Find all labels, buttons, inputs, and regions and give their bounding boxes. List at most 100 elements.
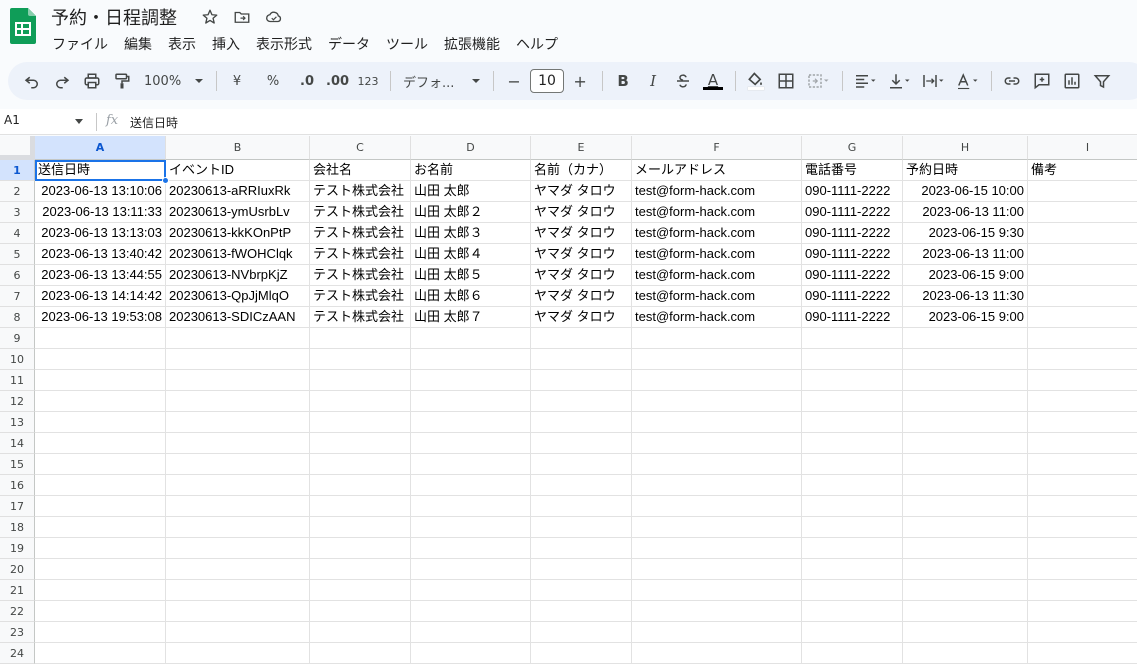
row-header[interactable]: 3 xyxy=(0,202,35,223)
table-cell[interactable] xyxy=(35,559,166,580)
table-cell[interactable] xyxy=(1028,601,1137,622)
table-cell[interactable]: 20230613-NVbrpKjZ xyxy=(166,265,310,286)
row-header[interactable]: 11 xyxy=(0,370,35,391)
table-cell[interactable] xyxy=(35,328,166,349)
table-cell[interactable] xyxy=(310,370,411,391)
row-header[interactable]: 6 xyxy=(0,265,35,286)
row-header[interactable]: 8 xyxy=(0,307,35,328)
table-cell[interactable] xyxy=(411,601,531,622)
filter-icon[interactable] xyxy=(1088,67,1116,95)
column-header-h[interactable]: H xyxy=(903,136,1028,160)
table-cell[interactable] xyxy=(531,601,632,622)
row-header[interactable]: 12 xyxy=(0,391,35,412)
table-cell[interactable] xyxy=(802,622,903,643)
table-cell[interactable] xyxy=(35,601,166,622)
row-header[interactable]: 20 xyxy=(0,559,35,580)
paint-format-icon[interactable] xyxy=(108,67,136,95)
table-cell[interactable] xyxy=(531,559,632,580)
table-cell[interactable] xyxy=(166,538,310,559)
currency-button[interactable]: ¥ xyxy=(223,67,251,95)
table-cell[interactable] xyxy=(35,622,166,643)
table-cell[interactable]: 20230613-fWOHClqk xyxy=(166,244,310,265)
table-cell[interactable] xyxy=(1028,412,1137,433)
table-cell[interactable] xyxy=(166,517,310,538)
redo-icon[interactable] xyxy=(48,67,76,95)
header-cell[interactable]: 予約日時 xyxy=(903,160,1028,181)
table-cell[interactable]: テスト株式会社 xyxy=(310,202,411,223)
table-cell[interactable] xyxy=(632,643,802,664)
table-cell[interactable] xyxy=(632,601,802,622)
table-cell[interactable] xyxy=(903,433,1028,454)
table-cell[interactable] xyxy=(411,496,531,517)
table-cell[interactable] xyxy=(166,349,310,370)
table-cell[interactable] xyxy=(903,391,1028,412)
table-cell[interactable]: 090-1111-2222 xyxy=(802,223,903,244)
table-cell[interactable] xyxy=(411,517,531,538)
table-cell[interactable]: 20230613-aRRIuxRk xyxy=(166,181,310,202)
table-cell[interactable] xyxy=(531,643,632,664)
horizontal-align-icon[interactable] xyxy=(849,67,881,95)
table-cell[interactable]: 山田 太郎６ xyxy=(411,286,531,307)
table-cell[interactable] xyxy=(411,391,531,412)
cloud-status-icon[interactable] xyxy=(262,6,286,28)
table-cell[interactable] xyxy=(1028,454,1137,475)
header-cell[interactable]: メールアドレス xyxy=(632,160,802,181)
table-cell[interactable]: 20230613-ymUsrbLv xyxy=(166,202,310,223)
table-cell[interactable]: テスト株式会社 xyxy=(310,286,411,307)
table-cell[interactable]: 山田 太郎７ xyxy=(411,307,531,328)
row-header[interactable]: 4 xyxy=(0,223,35,244)
table-cell[interactable] xyxy=(531,454,632,475)
font-size-input[interactable]: 10 xyxy=(530,69,565,93)
column-header-b[interactable]: B xyxy=(166,136,310,160)
table-cell[interactable] xyxy=(310,643,411,664)
table-cell[interactable] xyxy=(1028,433,1137,454)
table-cell[interactable]: ヤマダ タロウ xyxy=(531,202,632,223)
row-header[interactable]: 23 xyxy=(0,622,35,643)
table-cell[interactable] xyxy=(531,349,632,370)
table-cell[interactable] xyxy=(802,559,903,580)
menu-extensions[interactable]: 拡張機能 xyxy=(436,32,508,56)
insert-chart-icon[interactable] xyxy=(1058,67,1086,95)
table-cell[interactable]: 山田 太郎２ xyxy=(411,202,531,223)
header-cell[interactable]: イベントID xyxy=(166,160,310,181)
table-cell[interactable] xyxy=(1028,475,1137,496)
table-cell[interactable] xyxy=(903,517,1028,538)
table-cell[interactable] xyxy=(531,412,632,433)
table-cell[interactable] xyxy=(903,349,1028,370)
table-cell[interactable] xyxy=(632,622,802,643)
menu-data[interactable]: データ xyxy=(320,32,378,56)
table-cell[interactable]: 20230613-SDICzAAN xyxy=(166,307,310,328)
table-cell[interactable] xyxy=(802,538,903,559)
text-color-button[interactable]: A xyxy=(699,67,727,95)
table-cell[interactable] xyxy=(1028,622,1137,643)
table-cell[interactable] xyxy=(166,370,310,391)
table-cell[interactable] xyxy=(35,433,166,454)
table-cell[interactable]: ヤマダ タロウ xyxy=(531,223,632,244)
table-cell[interactable] xyxy=(1028,286,1137,307)
row-header[interactable]: 14 xyxy=(0,433,35,454)
table-cell[interactable]: 2023-06-13 13:11:33 xyxy=(35,202,166,223)
table-cell[interactable] xyxy=(802,349,903,370)
borders-icon[interactable] xyxy=(772,67,800,95)
row-header[interactable]: 1 xyxy=(0,160,35,181)
table-cell[interactable] xyxy=(310,538,411,559)
table-cell[interactable] xyxy=(1028,349,1137,370)
table-cell[interactable] xyxy=(632,433,802,454)
table-cell[interactable] xyxy=(531,475,632,496)
column-header-a[interactable]: A xyxy=(35,136,166,160)
table-cell[interactable] xyxy=(166,328,310,349)
table-cell[interactable]: 2023-06-13 14:14:42 xyxy=(35,286,166,307)
table-cell[interactable] xyxy=(903,328,1028,349)
header-cell[interactable]: 送信日時 xyxy=(35,160,166,181)
table-cell[interactable] xyxy=(802,370,903,391)
table-cell[interactable] xyxy=(802,433,903,454)
zoom-select[interactable]: 100% xyxy=(138,67,208,95)
table-cell[interactable] xyxy=(310,580,411,601)
table-cell[interactable] xyxy=(166,454,310,475)
table-cell[interactable] xyxy=(802,328,903,349)
table-cell[interactable] xyxy=(802,643,903,664)
table-cell[interactable]: 山田 太郎４ xyxy=(411,244,531,265)
table-cell[interactable]: 20230613-QpJjMlqO xyxy=(166,286,310,307)
table-cell[interactable] xyxy=(1028,370,1137,391)
table-cell[interactable] xyxy=(632,454,802,475)
